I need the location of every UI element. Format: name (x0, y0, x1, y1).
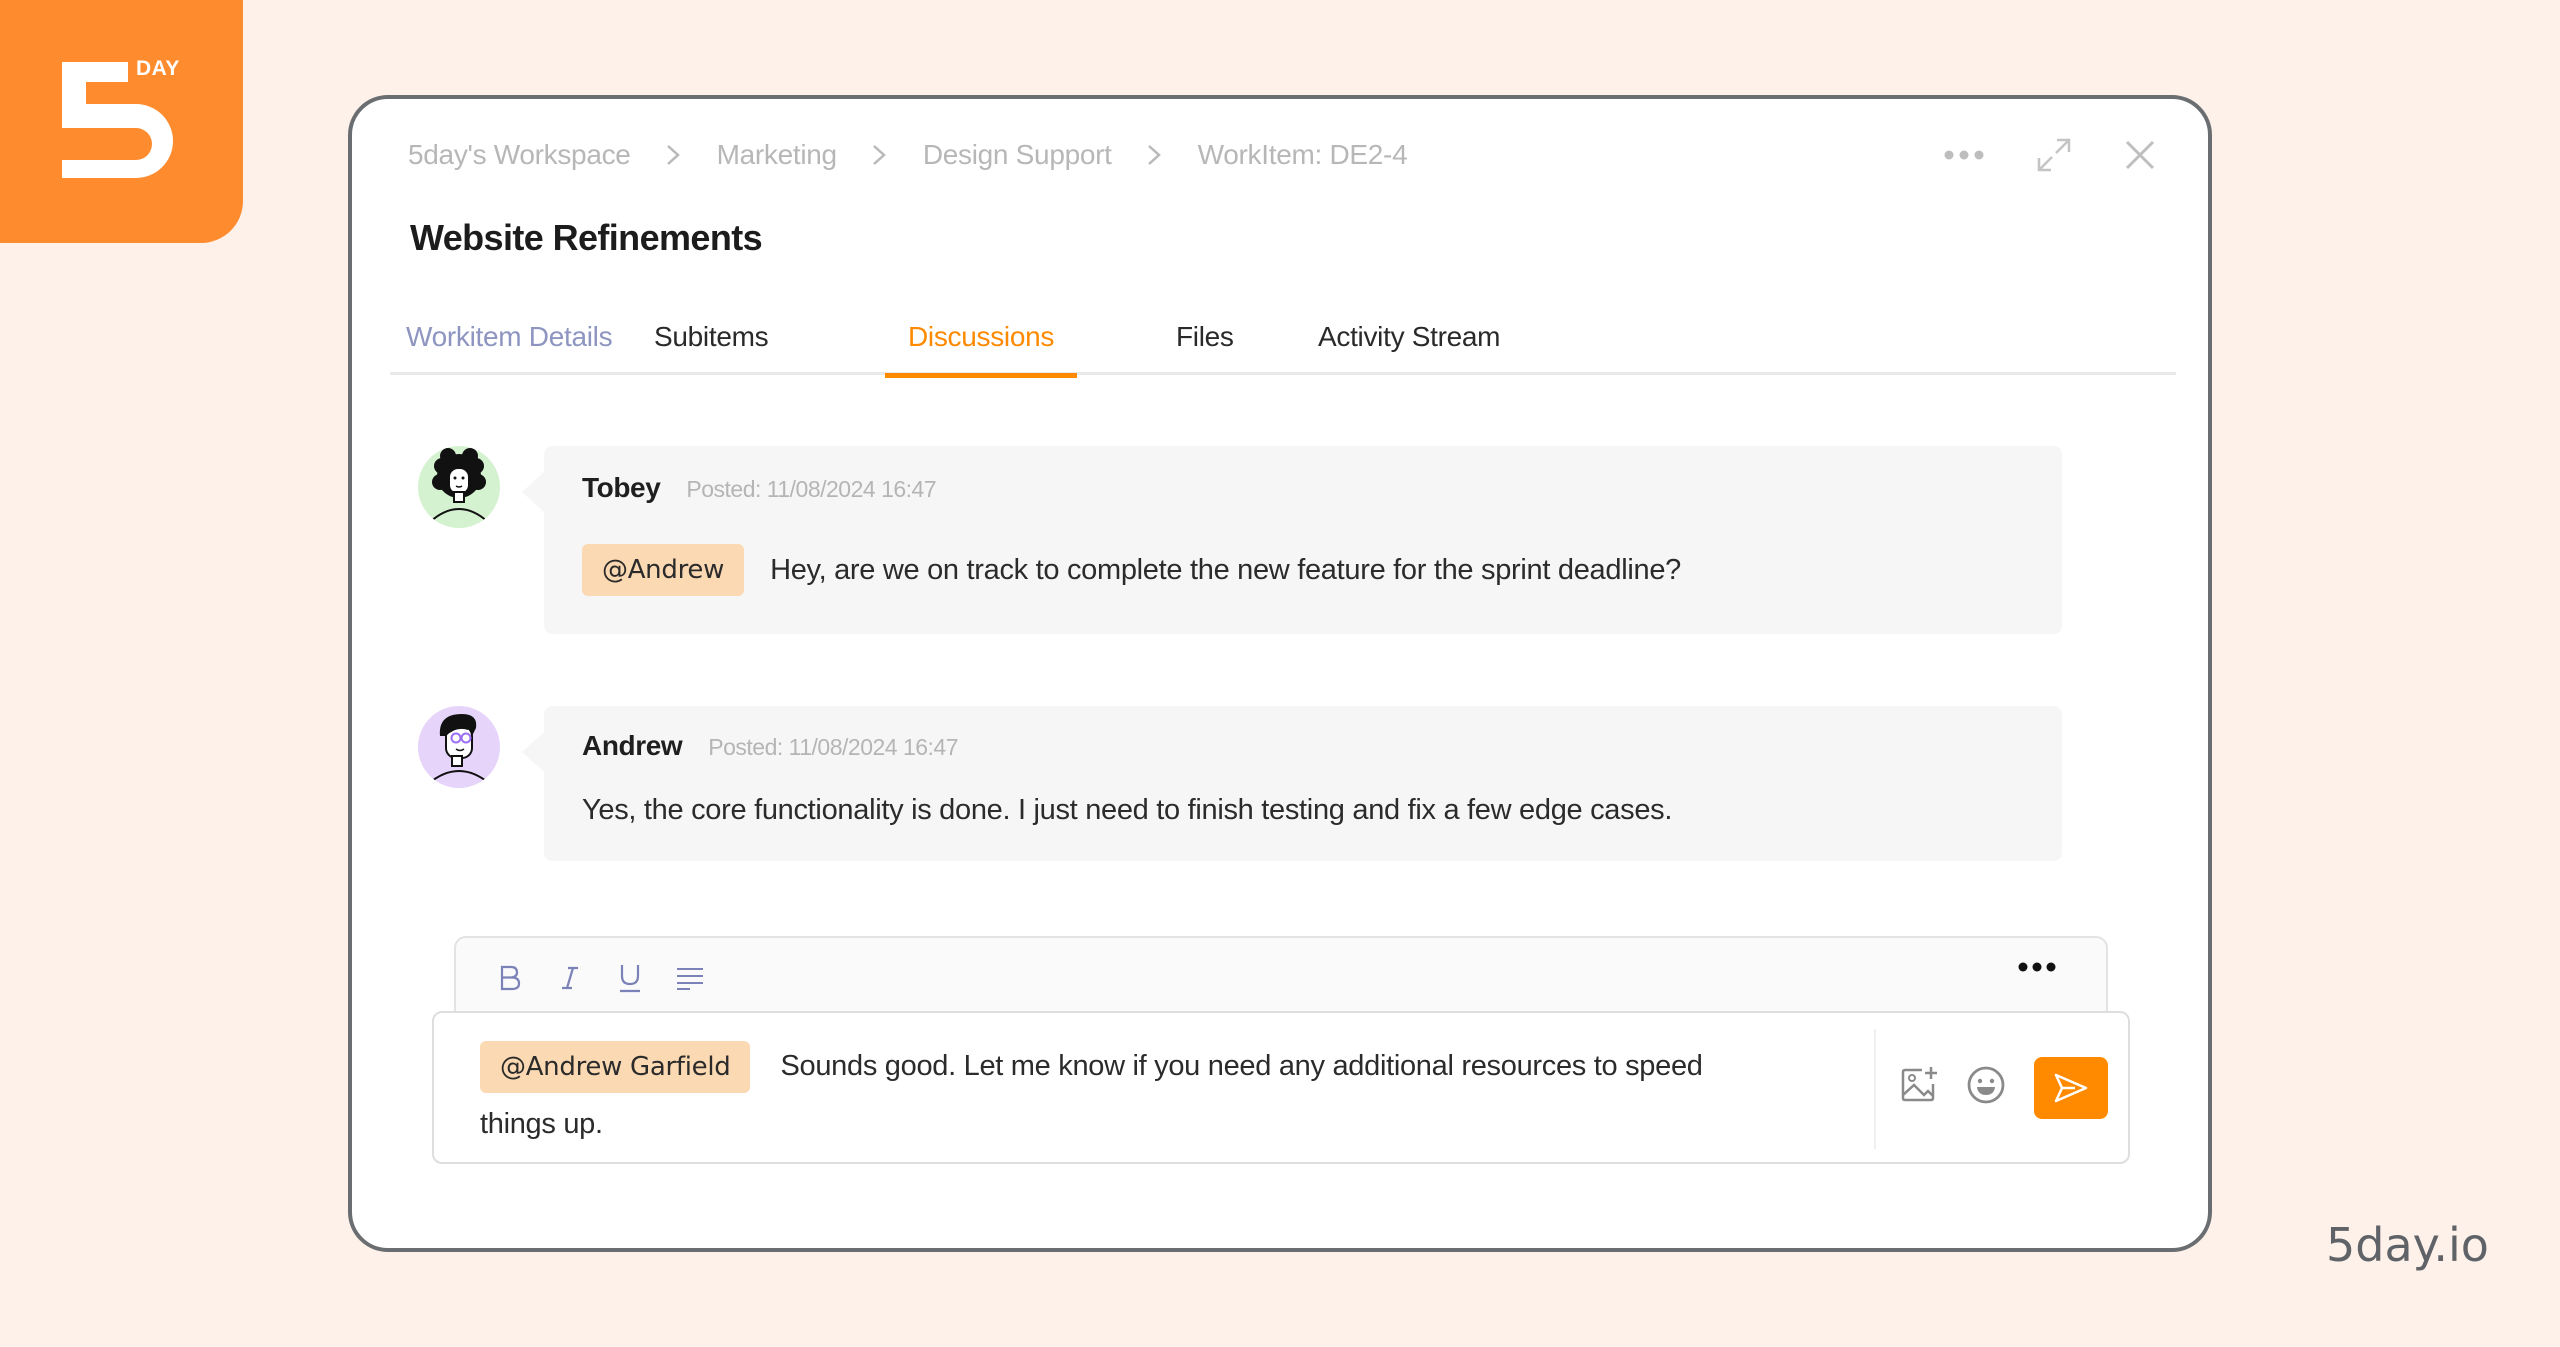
message-text: Hey, are we on track to complete the new… (770, 553, 1681, 586)
mention-tag[interactable]: @Andrew (582, 544, 745, 596)
more-icon (2018, 962, 2056, 972)
message-bubble: Andrew Posted: 11/08/2024 16:47 Yes, the… (522, 706, 2062, 861)
send-button[interactable] (2034, 1057, 2108, 1119)
chevron-right-icon (871, 144, 887, 166)
logo-day-text: DAY (136, 57, 180, 80)
user-avatar-icon (429, 448, 489, 523)
chevron-right-icon (665, 144, 681, 166)
message-timestamp: Posted: 11/08/2024 16:47 (686, 476, 937, 502)
mention-tag[interactable]: @Andrew Garfield (480, 1041, 751, 1094)
underline-button[interactable] (612, 960, 648, 996)
breadcrumb-item-design-support[interactable]: Design Support (923, 139, 1112, 171)
breadcrumb-item-workspace[interactable]: 5day's Workspace (408, 139, 631, 171)
workitem-panel: 5day's Workspace Marketing Design Suppor… (348, 95, 2212, 1252)
message-header: Andrew Posted: 11/08/2024 16:47 (582, 730, 959, 762)
page-title: Website Refinements (410, 217, 763, 258)
underline-icon (620, 965, 640, 993)
breadcrumb: 5day's Workspace Marketing Design Suppor… (408, 139, 1408, 171)
bold-button[interactable] (492, 960, 528, 996)
user-avatar-icon (427, 714, 491, 785)
message-body: Yes, the core functionality is done. I j… (582, 784, 1672, 836)
tab-subitems[interactable]: Subitems (654, 317, 769, 375)
expand-button[interactable] (2036, 137, 2072, 173)
close-icon (2125, 140, 2155, 170)
send-icon (2054, 1073, 2088, 1103)
editor-more-button[interactable] (2018, 960, 2056, 978)
tab-discussions[interactable]: Discussions (884, 317, 1078, 378)
add-image-icon (1901, 1067, 1937, 1102)
italic-button[interactable] (552, 960, 588, 996)
editor-toolbar (454, 936, 2108, 1014)
window-actions (1944, 137, 2156, 173)
more-options-button[interactable] (1944, 149, 1984, 161)
message-bubble: Tobey Posted: 11/08/2024 16:47 @Andrew H… (522, 446, 2062, 634)
message-timestamp: Posted: 11/08/2024 16:47 (708, 734, 959, 760)
message-header: Tobey Posted: 11/08/2024 16:47 (582, 472, 937, 504)
avatar-tobey (418, 446, 500, 528)
align-left-icon (677, 968, 703, 990)
composer-divider (1874, 1029, 1876, 1149)
more-icon (1944, 150, 1984, 160)
avatar-andrew (418, 706, 500, 788)
emoji-button[interactable] (1966, 1065, 2006, 1105)
comment-input[interactable]: @Andrew Garfield Sounds good. Let me know… (480, 1037, 1720, 1153)
message-text: Yes, the core functionality is done. I j… (582, 793, 1673, 826)
italic-icon (562, 966, 578, 990)
emoji-icon (1967, 1066, 2005, 1104)
align-button[interactable] (672, 960, 708, 996)
close-button[interactable] (2124, 139, 2156, 171)
brand-url: 5day.io (2326, 1218, 2489, 1272)
breadcrumb-item-workitem: WorkItem: DE2-4 (1197, 139, 1408, 170)
brand-logo: DAY (0, 0, 243, 243)
tab-bar: Workitem Details Subitems Discussions Fi… (390, 317, 2176, 378)
bold-icon (500, 965, 521, 991)
message-body: @Andrew Hey, are we on track to complete… (582, 544, 1681, 596)
chevron-right-icon (1146, 144, 1162, 166)
message-author[interactable]: Tobey (582, 472, 661, 504)
comment-composer[interactable]: @Andrew Garfield Sounds good. Let me know… (432, 1011, 2130, 1164)
tab-files[interactable]: Files (1176, 317, 1234, 375)
tab-activity-stream[interactable]: Activity Stream (1318, 317, 1501, 375)
breadcrumb-item-marketing[interactable]: Marketing (717, 139, 838, 171)
message-author[interactable]: Andrew (582, 730, 683, 762)
add-image-button[interactable] (1900, 1065, 1940, 1105)
expand-icon (2037, 138, 2071, 172)
tab-workitem-details[interactable]: Workitem Details (406, 317, 613, 375)
